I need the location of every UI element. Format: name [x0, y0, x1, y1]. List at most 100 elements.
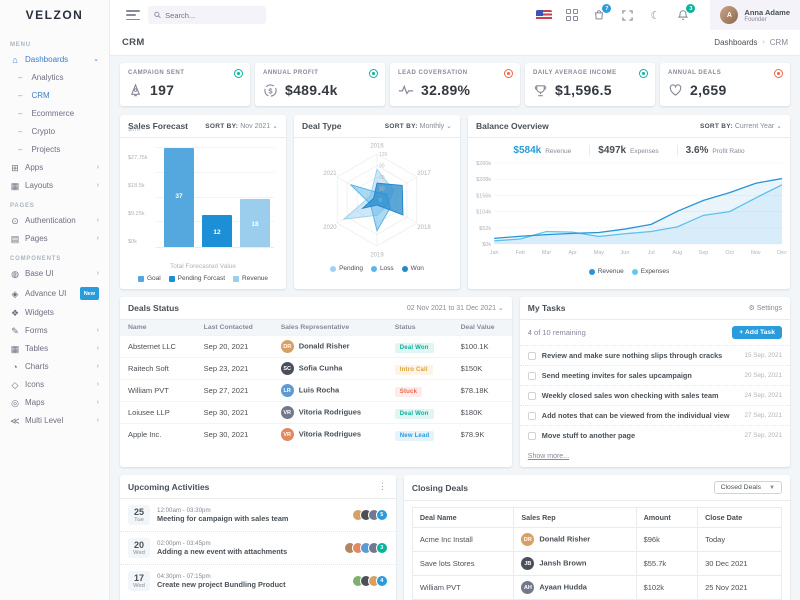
svg-text:30: 30	[379, 187, 385, 193]
balance-sort-dropdown[interactable]: SORT BY: Current Year ⌄	[700, 122, 782, 130]
sidebar-item-icons[interactable]: ◇Icons›	[0, 376, 109, 394]
sales-forecast-card: Sales Forecast SORT BY: Nov 2021 ⌄ $0k$9…	[120, 115, 286, 289]
task-text[interactable]: Send meeting invites for sales upcampaig…	[542, 371, 739, 380]
add-task-button[interactable]: + Add Task	[732, 326, 782, 339]
sidebar-item-forms[interactable]: ✎Forms›	[0, 322, 109, 340]
activity-title: Meeting for campaign with sales team	[157, 514, 345, 523]
avatar: VR	[281, 406, 294, 419]
deal-type-sort-dropdown[interactable]: SORT BY: Monthly ⌄	[385, 122, 452, 130]
sidebar-item-advance-ui[interactable]: ◈Advance UINew	[0, 283, 109, 304]
closing-deals-filter-select[interactable]: Closed Deals ▼	[714, 481, 782, 494]
svg-text:Dec: Dec	[777, 250, 787, 256]
new-badge: New	[80, 287, 99, 300]
sidebar-item-projects[interactable]: –Projects	[0, 141, 109, 159]
kpi-value: 197	[150, 82, 174, 98]
sidebar-item-pages[interactable]: ▤Pages›	[0, 230, 109, 248]
kpi-card: ANNUAL DEALS2,659	[660, 63, 790, 106]
task-checkbox[interactable]	[528, 372, 536, 380]
dark-mode-icon[interactable]: ☾	[648, 8, 662, 22]
task-checkbox[interactable]	[528, 412, 536, 420]
submenu-dash-icon: –	[18, 73, 22, 83]
table-row[interactable]: Save lots StoresJBJansh Brown$55.7k30 De…	[412, 552, 781, 576]
table-row[interactable]: Apple Inc.Sep 30, 2021VRVitoria Rodrigue…	[120, 424, 512, 446]
app-logo[interactable]: VELZON	[0, 0, 109, 30]
sidebar-item-layouts[interactable]: ▦Layouts›	[0, 177, 109, 195]
search-input[interactable]	[165, 11, 260, 20]
chevron-icon: ›	[97, 362, 99, 372]
avatar: LR	[281, 384, 294, 397]
sidebar-item-crypto[interactable]: –Crypto	[0, 123, 109, 141]
bar-ytick: $9.25k	[128, 211, 145, 217]
task-checkbox[interactable]	[528, 352, 536, 360]
task-checkbox[interactable]	[528, 432, 536, 440]
task-text[interactable]: Move stuff to another page	[542, 431, 739, 440]
svg-text:Apr: Apr	[568, 250, 577, 256]
user-menu[interactable]: A Anna Adame Founder	[710, 0, 800, 30]
task-checkbox[interactable]	[528, 392, 536, 400]
sidebar-item-crm[interactable]: –CRM	[0, 87, 109, 105]
svg-text:Mar: Mar	[542, 250, 552, 256]
show-more-link[interactable]: Show more...	[520, 451, 577, 467]
table-row[interactable]: Acme Inc InstallDRDonald Risher$96kToday	[412, 528, 781, 552]
sidebar-item-label: Charts	[25, 362, 92, 372]
activity-item[interactable]: 25Tue12:00am - 03:30pmMeeting for campai…	[120, 499, 396, 531]
closing-deals-table: Deal NameSales RepAmountClose Date Acme …	[412, 507, 782, 600]
tasks-remaining: 4 of 10 remaining	[528, 328, 586, 337]
task-text[interactable]: Add notes that can be viewed from the in…	[542, 411, 739, 420]
search-box[interactable]	[148, 6, 266, 24]
notifications-icon[interactable]: 3	[676, 8, 690, 22]
sidebar-item-tables[interactable]: ▦Tables›	[0, 340, 109, 358]
table-row[interactable]: William PVTSep 27, 2021LRLuis RochaStuck…	[120, 380, 512, 402]
sidebar-item-multi-level[interactable]: ≪Multi Level›	[0, 412, 109, 430]
activity-time: 02:00pm - 03:45pm	[157, 540, 337, 547]
activities-menu-icon[interactable]: ⋮	[378, 481, 388, 492]
sales-forecast-sort-dropdown[interactable]: SORT BY: Nov 2021 ⌄	[205, 122, 278, 130]
legend-item: Revenue	[589, 268, 624, 275]
bar-revenue: 18	[240, 199, 270, 247]
tasks-settings-button[interactable]: ⚙ Settings	[748, 304, 782, 312]
task-text[interactable]: Weekly closed sales won checking with sa…	[542, 391, 739, 400]
hamburger-menu-icon[interactable]	[126, 10, 140, 20]
status-badge: Deal Won	[395, 409, 434, 419]
advance-ui-icon: ◈	[10, 289, 20, 299]
task-text[interactable]: Review and make sure nothing slips throu…	[542, 351, 739, 360]
svg-text:$156k: $156k	[476, 193, 491, 199]
sidebar-item-label: Ecommerce	[31, 109, 99, 119]
table-row[interactable]: Loiusee LLPSep 30, 2021VRVitoria Rodrigu…	[120, 402, 512, 424]
chevron-icon: ›	[97, 344, 99, 354]
svg-text:May: May	[594, 250, 605, 256]
trend-up-icon	[234, 69, 243, 78]
bar-value-label: 18	[240, 221, 270, 228]
breadcrumb-parent[interactable]: Dashboards	[714, 38, 757, 47]
sidebar-item-ecommerce[interactable]: –Ecommerce	[0, 105, 109, 123]
svg-text:60: 60	[379, 175, 385, 181]
sidebar-item-analytics[interactable]: –Analytics	[0, 69, 109, 87]
language-flag-icon[interactable]	[536, 10, 552, 21]
apps-grid-icon[interactable]	[566, 9, 578, 21]
fullscreen-icon[interactable]	[620, 8, 634, 22]
activity-item[interactable]: 20Wed02:00pm - 03:45pmAdding a new event…	[120, 531, 396, 564]
trend-up-icon	[369, 69, 378, 78]
sidebar-item-authentication[interactable]: ⊙Authentication›	[0, 212, 109, 230]
submenu-dash-icon: –	[18, 127, 22, 137]
deals-status-date-range[interactable]: 02 Nov 2021 to 31 Dec 2021 ⌄	[407, 304, 504, 312]
sidebar-item-apps[interactable]: ⊞Apps›	[0, 159, 109, 177]
sidebar-item-charts[interactable]: ◔Charts›	[0, 358, 109, 376]
upcoming-activities-title: Upcoming Activities	[128, 482, 209, 492]
legend-item: Pending Forcast	[169, 275, 225, 282]
table-row[interactable]: Raitech SoftSep 23, 2021SCSofia CunhaInt…	[120, 358, 512, 380]
activity-item[interactable]: 17Wed04:30pm - 07:15pmCreate new project…	[120, 564, 396, 597]
user-name: Anna Adame	[744, 8, 790, 17]
cart-icon[interactable]: 7	[592, 8, 606, 22]
deals-column-header: Sales Representative	[273, 320, 387, 336]
table-row[interactable]: William PVTAHAyaan Hudda$102k25 Nov 2021	[412, 576, 781, 600]
sidebar-item-base-ui[interactable]: ◍Base UI›	[0, 265, 109, 283]
task-item: Add notes that can be viewed from the in…	[520, 405, 790, 425]
sidebar-item-maps[interactable]: ◎Maps›	[0, 394, 109, 412]
trend-up-icon	[639, 69, 648, 78]
sidebar-item-widgets[interactable]: ❖Widgets	[0, 304, 109, 322]
table-row[interactable]: Absternet LLCSep 20, 2021DRDonald Risher…	[120, 336, 512, 358]
svg-text:120: 120	[379, 152, 388, 158]
sidebar-item-dashboards[interactable]: ⌂Dashboards⌄	[0, 51, 109, 69]
sidebar-item-label: Multi Level	[25, 416, 92, 426]
